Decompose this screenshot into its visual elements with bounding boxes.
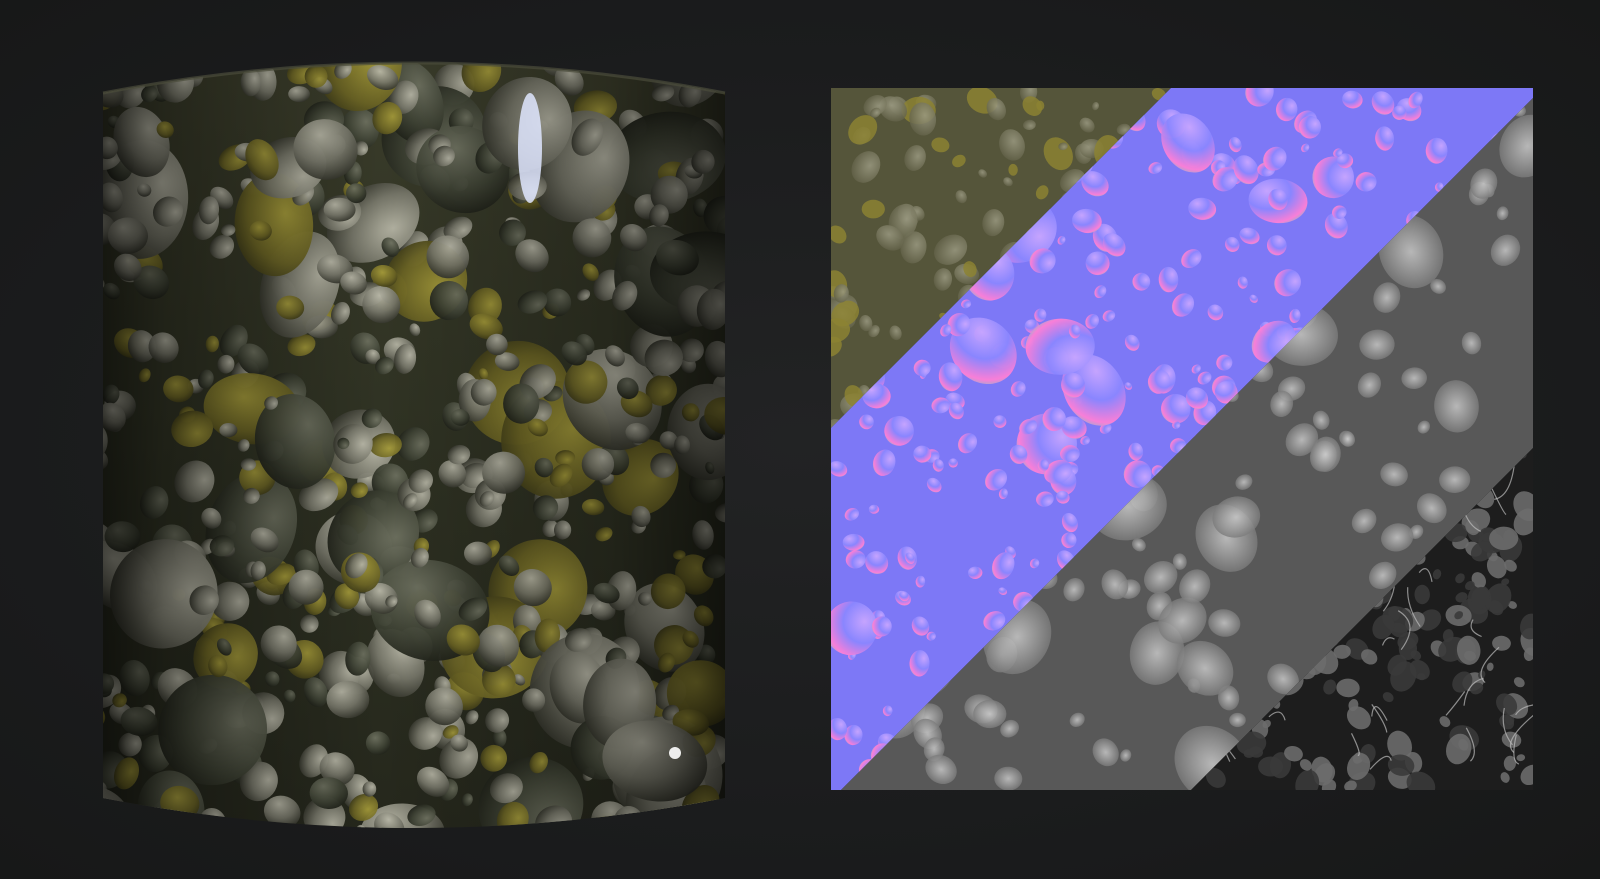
pebble <box>120 63 137 78</box>
pebble <box>303 826 322 838</box>
height-pebble <box>1341 431 1355 447</box>
texture-maps <box>831 88 1533 790</box>
ao-pebble <box>1258 756 1284 777</box>
base-pebble <box>861 199 885 219</box>
cylinder-render <box>102 61 726 838</box>
pebble <box>554 827 575 838</box>
specular-highlight <box>518 93 542 203</box>
pebble <box>701 810 715 823</box>
pebble <box>103 277 105 291</box>
pebble <box>687 63 725 88</box>
material-preview-cylinder <box>85 38 741 838</box>
pebble <box>140 816 171 828</box>
pebble <box>673 819 708 828</box>
pebble <box>713 63 725 89</box>
render-canvas <box>0 0 1600 879</box>
pebble <box>672 63 697 71</box>
texture-map-swatch <box>831 88 1533 790</box>
normal-pebble <box>968 566 983 579</box>
pebble <box>697 807 717 828</box>
height-pebble <box>1229 712 1246 728</box>
pebble <box>601 63 624 69</box>
pebble <box>635 63 660 75</box>
